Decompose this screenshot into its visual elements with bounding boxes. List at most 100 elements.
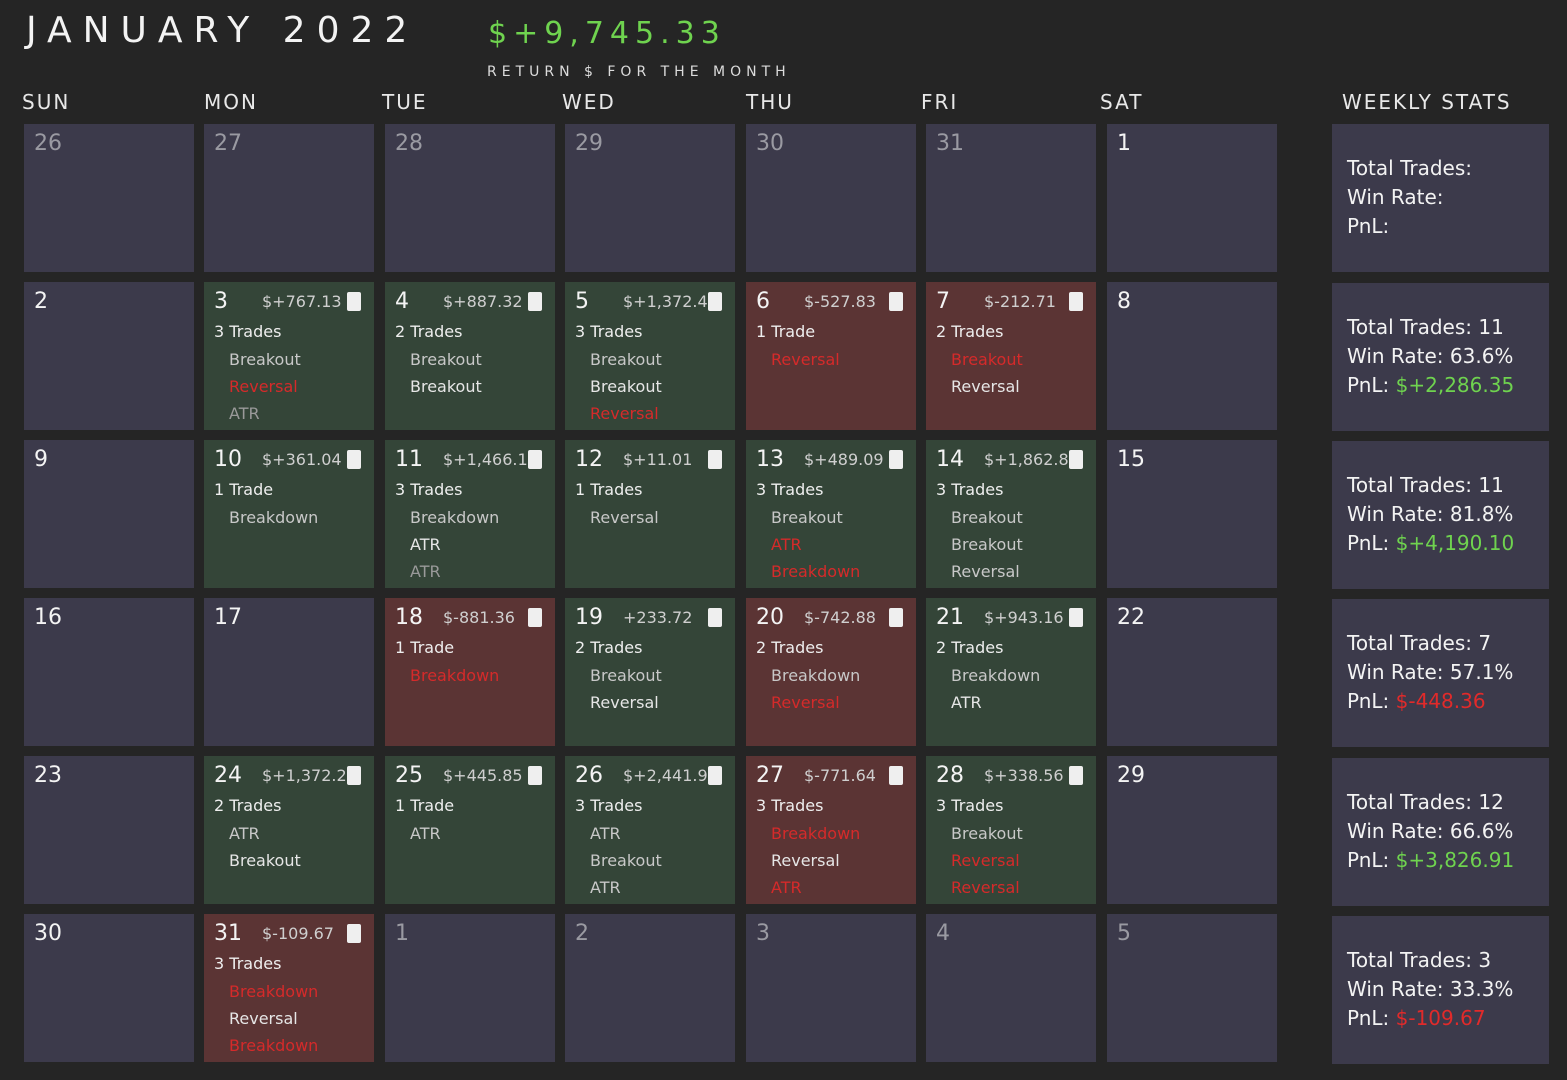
note-icon[interactable] (708, 766, 722, 785)
day-cell[interactable]: 22 (1107, 598, 1277, 746)
weekly-pnl-value: $+2,286.35 (1395, 373, 1515, 397)
day-cell[interactable]: 1 (385, 914, 555, 1062)
day-number: 18 (395, 605, 423, 630)
day-cell[interactable]: 4 (926, 914, 1096, 1062)
day-cell[interactable]: 28 $+338.56 3 Trades Breakout Reversal Revers… (926, 756, 1096, 904)
trade-count: 3 Trades (575, 322, 643, 341)
day-cell[interactable]: 16 (24, 598, 194, 746)
note-icon[interactable] (889, 766, 903, 785)
note-icon[interactable] (347, 924, 361, 943)
day-number: 4 (395, 289, 409, 314)
day-cell[interactable]: 31 $-109.67 3 Trades Breakdown Reversal Break… (204, 914, 374, 1062)
note-icon[interactable] (528, 608, 542, 627)
note-icon[interactable] (1069, 766, 1083, 785)
trade-count: 2 Trades (936, 638, 1004, 657)
trade-count: 2 Trades (936, 322, 1004, 341)
day-cell[interactable]: 25 $+445.85 1 Trade ATR (385, 756, 555, 904)
day-cell[interactable]: 9 (24, 440, 194, 588)
setup-list: Breakout Reversal (951, 346, 1023, 400)
setup-item: Breakout (229, 851, 301, 870)
day-cell[interactable]: 1 (1107, 124, 1277, 272)
day-cell[interactable]: 30 (746, 124, 916, 272)
note-icon[interactable] (1069, 608, 1083, 627)
setup-item: Breakout (951, 535, 1023, 554)
day-cell[interactable]: 24 $+1,372.22 2 Trades ATR Breakout (204, 756, 374, 904)
weekly-win-rate-value: 57.1% (1449, 660, 1514, 684)
day-cell[interactable]: 30 (24, 914, 194, 1062)
note-icon[interactable] (889, 450, 903, 469)
setup-item: Reversal (229, 377, 298, 396)
setup-item: Reversal (229, 1009, 298, 1028)
note-icon[interactable] (708, 608, 722, 627)
note-icon[interactable] (889, 292, 903, 311)
note-icon[interactable] (708, 450, 722, 469)
trade-count: 1 Trade (214, 480, 274, 499)
setup-list: Breakdown ATR (951, 662, 1040, 716)
month-return: $+9,745.33 (488, 16, 726, 51)
day-number: 10 (214, 447, 242, 472)
day-cell[interactable]: 27 $-771.64 3 Trades Breakdown Reversal ATR (746, 756, 916, 904)
day-cell[interactable]: 27 (204, 124, 374, 272)
day-cell[interactable]: 31 (926, 124, 1096, 272)
day-cell[interactable]: 19 +233.72 2 Trades Breakout Reversal (565, 598, 735, 746)
weekday-sun: SUN (22, 90, 71, 114)
day-cell[interactable]: 5 (1107, 914, 1277, 1062)
weekly-win-rate-label: Win Rate: (1347, 344, 1444, 368)
day-cell[interactable]: 2 (565, 914, 735, 1062)
setup-item: Breakout (590, 377, 662, 396)
day-cell[interactable]: 23 (24, 756, 194, 904)
day-cell[interactable]: 18 $-881.36 1 Trade Breakdown (385, 598, 555, 746)
weekly-stats-box: Total Trades: 11 Win Rate: 63.6% PnL: $+2,… (1332, 283, 1549, 431)
trade-count: 3 Trades (395, 480, 463, 499)
weekly-pnl-line: PnL: $+4,190.10 (1347, 529, 1514, 558)
day-number: 4 (936, 921, 950, 946)
day-cell[interactable]: 29 (565, 124, 735, 272)
note-icon[interactable] (528, 450, 542, 469)
setup-item: ATR (410, 535, 441, 554)
trade-count: 3 Trades (756, 480, 824, 499)
weekly-win-rate-label: Win Rate: (1347, 977, 1444, 1001)
day-number: 26 (34, 131, 62, 156)
weekly-total-trades-label: Total Trades: (1347, 631, 1472, 655)
note-icon[interactable] (1069, 450, 1083, 469)
day-cell[interactable]: 10 $+361.04 1 Trade Breakdown (204, 440, 374, 588)
day-cell[interactable]: 11 $+1,466.11 3 Trades Breakdown ATR ATR (385, 440, 555, 588)
note-icon[interactable] (528, 292, 542, 311)
day-cell[interactable]: 26 (24, 124, 194, 272)
day-cell[interactable]: 17 (204, 598, 374, 746)
setup-item: Reversal (771, 350, 840, 369)
note-icon[interactable] (347, 766, 361, 785)
setup-item: Breakout (951, 350, 1023, 369)
day-cell[interactable]: 15 (1107, 440, 1277, 588)
setup-list: ATR Breakout ATR (590, 820, 662, 901)
note-icon[interactable] (347, 292, 361, 311)
weekly-win-rate-value: 81.8% (1449, 502, 1514, 526)
note-icon[interactable] (1069, 292, 1083, 311)
day-cell[interactable]: 6 $-527.83 1 Trade Reversal (746, 282, 916, 430)
day-cell[interactable]: 21 $+943.16 2 Trades Breakdown ATR (926, 598, 1096, 746)
day-cell[interactable]: 12 $+11.01 1 Trades Reversal (565, 440, 735, 588)
day-cell[interactable]: 2 (24, 282, 194, 430)
note-icon[interactable] (708, 292, 722, 311)
day-cell[interactable]: 7 $-212.71 2 Trades Breakout Reversal (926, 282, 1096, 430)
setup-list: Breakdown Reversal (771, 662, 860, 716)
day-cell[interactable]: 3 $+767.13 3 Trades Breakout Reversal ATR (204, 282, 374, 430)
day-cell[interactable]: 4 $+887.32 2 Trades Breakout Breakout (385, 282, 555, 430)
setup-list: Breakout Reversal (590, 662, 662, 716)
day-cell[interactable]: 8 (1107, 282, 1277, 430)
day-pnl: $+1,862.85 (984, 450, 1079, 469)
day-cell[interactable]: 5 $+1,372.44 3 Trades Breakout Breakout Rever… (565, 282, 735, 430)
note-icon[interactable] (889, 608, 903, 627)
weekly-total-trades-label: Total Trades: (1347, 156, 1472, 180)
setup-item: Reversal (771, 693, 840, 712)
day-pnl: $+1,466.11 (443, 450, 538, 469)
day-cell[interactable]: 26 $+2,441.92 3 Trades ATR Breakout ATR (565, 756, 735, 904)
note-icon[interactable] (528, 766, 542, 785)
day-cell[interactable]: 20 $-742.88 2 Trades Breakdown Reversal (746, 598, 916, 746)
day-cell[interactable]: 14 $+1,862.85 3 Trades Breakout Breakout Reve… (926, 440, 1096, 588)
day-cell[interactable]: 28 (385, 124, 555, 272)
day-cell[interactable]: 13 $+489.09 3 Trades Breakout ATR Breakdown (746, 440, 916, 588)
day-cell[interactable]: 29 (1107, 756, 1277, 904)
day-cell[interactable]: 3 (746, 914, 916, 1062)
note-icon[interactable] (347, 450, 361, 469)
